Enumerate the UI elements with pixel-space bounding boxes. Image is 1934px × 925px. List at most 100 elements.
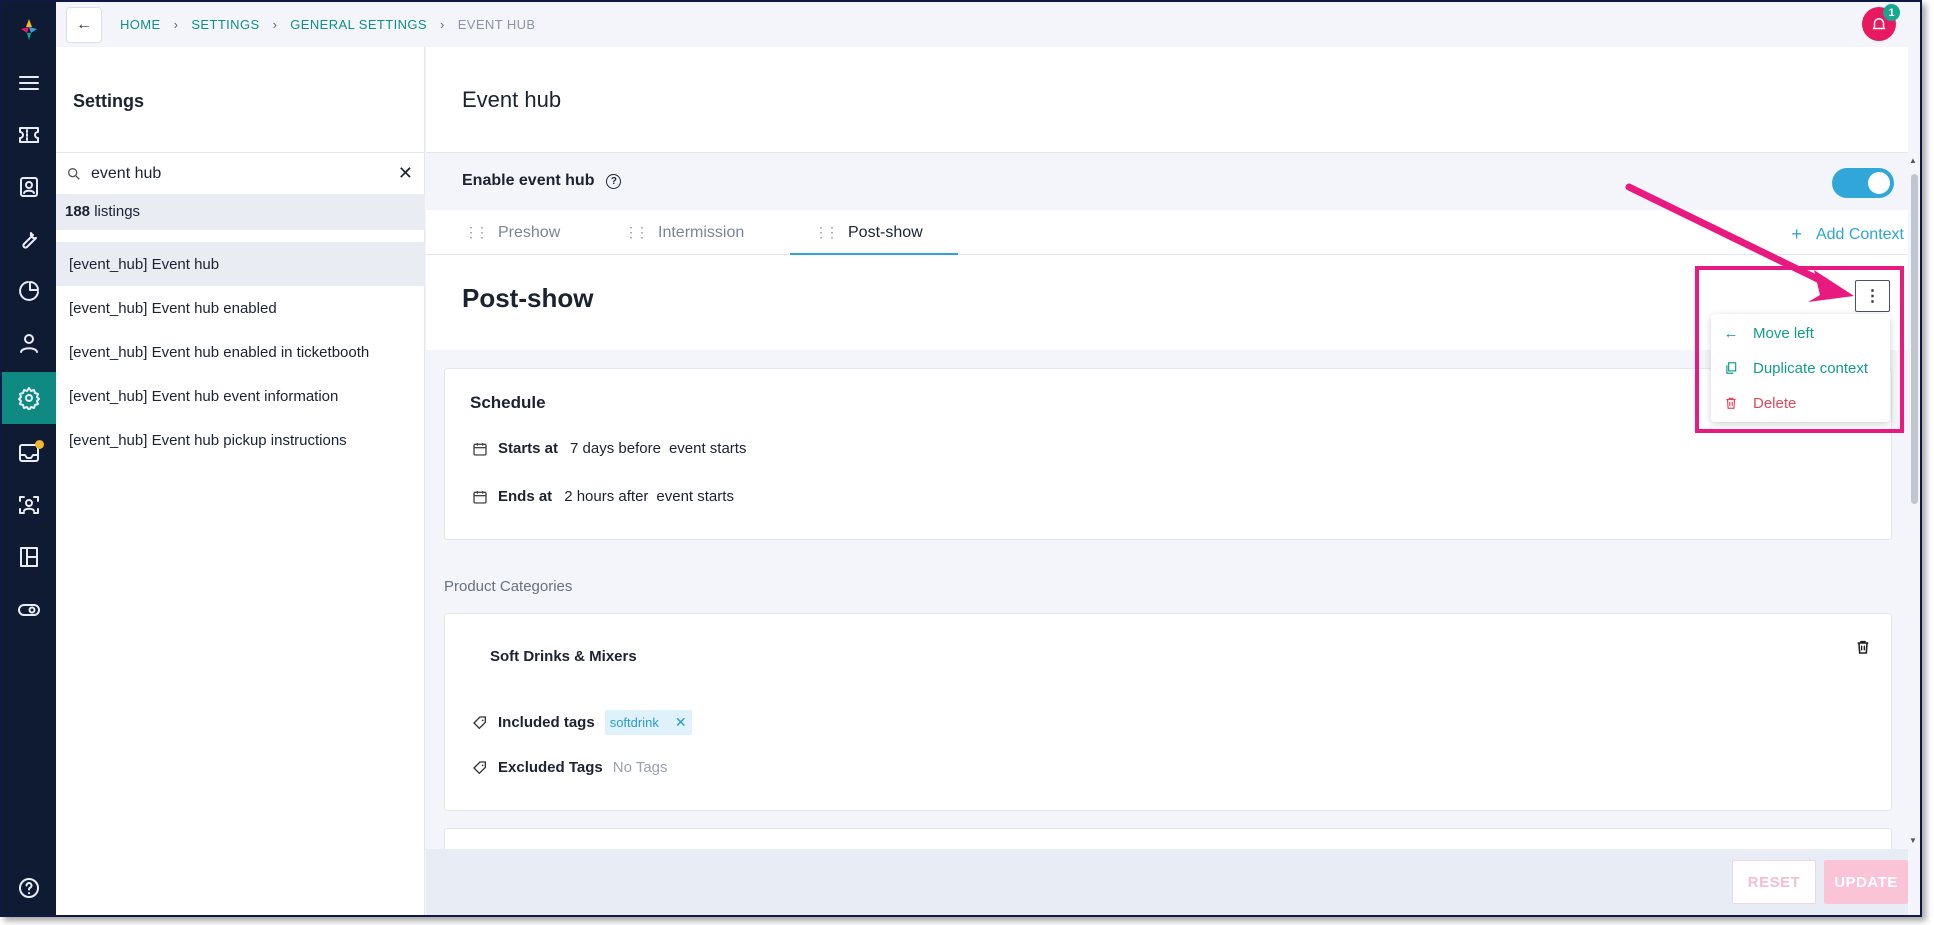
clear-search-icon[interactable]: ✕ [398,163,413,184]
ends-value: 2 hours after [564,488,649,505]
toggle-icon[interactable] [2,584,56,636]
context-header: Post-show [426,255,1908,350]
ticket-icon[interactable] [2,109,56,161]
chevron-right-icon: › [439,17,445,32]
listing-item[interactable]: [event_hub] Event hub [56,242,425,286]
schedule-start-row[interactable]: Starts at 7 days before event starts [472,440,746,457]
scroll-thumb[interactable] [1911,174,1918,504]
user-icon[interactable] [2,317,56,369]
listing-item[interactable]: [event_hub] Event hub enabled [56,286,425,330]
excluded-tags-value: No Tags [612,759,668,776]
update-button[interactable]: UPDATE [1824,860,1908,904]
search-input[interactable]: event hub [91,165,161,183]
excluded-tags-row: Excluded Tags No Tags [472,759,668,776]
main-header: Event hub [426,47,1908,153]
arrow-left-icon: ← [76,16,92,33]
tag-icon [473,760,486,774]
tab-post-show[interactable]: ⋮⋮ Post-show [790,210,958,256]
schedule-end-row[interactable]: Ends at 2 hours after event starts [472,488,734,505]
trash-icon[interactable] [1855,639,1871,655]
enable-label: Enable event hub [462,172,595,189]
highlight-box [1695,266,1904,433]
included-tags-label: Included tags [498,714,595,731]
drag-handle-icon[interactable]: ⋮⋮ [814,224,839,241]
settings-title: Settings [73,91,145,111]
help-icon[interactable] [2,862,56,914]
context-title: Post-show [462,283,594,313]
nav-rail [2,2,56,915]
plus-icon: + [1791,224,1802,244]
ends-reference: event starts [656,488,734,505]
context-tabs: ⋮⋮ Preshow ⋮⋮ Intermission ⋮⋮ Post-show … [426,210,1908,256]
tab-label: Post-show [848,223,923,241]
back-button[interactable]: ← [66,7,102,43]
wrench-icon[interactable] [2,213,56,265]
tab-preshow[interactable]: ⋮⋮ Preshow [464,210,560,255]
breadcrumb-settings[interactable]: SETTINGS [191,17,259,32]
main-content: Event hub Enable event hub ? ⋮⋮ Preshow … [426,47,1908,915]
scroll-down-icon[interactable]: ▼ [1909,836,1917,845]
tag-chip[interactable]: softdrink ✕ [604,710,692,735]
drag-handle-icon[interactable]: ⋮⋮ [464,224,489,241]
tab-label: Intermission [658,223,745,241]
app-window: ← HOME › SETTINGS › GENERAL SETTINGS › E… [0,0,1922,917]
action-footer: RESET UPDATE [426,849,1908,915]
tag-chip-label: softdrink [609,715,659,730]
settings-icon[interactable] [2,372,56,424]
help-circle-icon[interactable]: ? [606,173,622,189]
listing-count-number: 188 [65,203,91,220]
category-name: Soft Drinks & Mixers [490,648,637,665]
starts-reference: event starts [668,440,747,457]
enable-toggle[interactable] [1832,168,1894,198]
board-icon[interactable] [2,531,56,583]
pie-chart-icon[interactable] [2,265,56,317]
breadcrumb-current: EVENT HUB [457,17,536,32]
add-context-label: Add Context [1815,225,1904,243]
listing-item[interactable]: [event_hub] Event hub event information [56,374,425,418]
add-context-button[interactable]: + Add Context [1791,224,1904,245]
tag-icon [473,715,486,729]
settings-panel: Settings event hub ✕ 188 listings [event… [56,47,425,915]
reset-button[interactable]: RESET [1732,860,1816,904]
top-bar: ← HOME › SETTINGS › GENERAL SETTINGS › E… [56,2,1920,47]
chevron-right-icon: › [173,17,179,32]
vertical-scrollbar[interactable]: ▲ ▼ [1908,152,1920,915]
starts-value: 7 days before [570,440,661,457]
breadcrumb-general-settings[interactable]: GENERAL SETTINGS [290,17,427,32]
tab-label: Preshow [498,223,561,241]
logo-icon[interactable] [2,4,56,54]
notifications-button[interactable]: 1 [1862,4,1900,41]
remove-tag-icon[interactable]: ✕ [675,714,687,731]
listing-item[interactable]: [event_hub] Event hub pickup instruction… [56,418,425,462]
calendar-icon [473,442,487,456]
enable-row: Enable event hub ? [462,172,622,190]
schedule-heading: Schedule [470,393,546,412]
calendar-icon [473,490,487,504]
contact-card-icon[interactable] [2,161,56,213]
drag-handle-icon[interactable]: ⋮⋮ [624,224,649,241]
breadcrumb-home[interactable]: HOME [120,17,161,32]
inbox-icon[interactable] [2,427,56,479]
listing-count: 188 listings [56,194,425,230]
chevron-right-icon: › [272,17,278,32]
inbox-badge [35,440,44,449]
page-title: Event hub [462,87,562,112]
ends-label: Ends at [498,488,553,505]
notification-count: 1 [1883,4,1900,21]
search-icon [68,168,80,180]
tab-intermission[interactable]: ⋮⋮ Intermission [624,210,744,255]
scan-user-icon[interactable] [2,479,56,531]
excluded-tags-label: Excluded Tags [498,759,603,776]
listing-count-label: listings [90,203,141,220]
product-categories-label: Product Categories [444,578,573,595]
starts-label: Starts at [498,440,559,457]
category-card: Soft Drinks & Mixers Included tags softd… [444,613,1892,811]
menu-icon[interactable] [2,57,56,109]
schedule-card: Schedule Starts at 7 days before event s… [444,368,1892,540]
scroll-up-icon[interactable]: ▲ [1909,156,1917,165]
listing-item[interactable]: [event_hub] Event hub enabled in ticketb… [56,330,425,374]
toggle-knob [1868,172,1890,194]
settings-search[interactable]: event hub ✕ [56,152,425,194]
included-tags-row: Included tags softdrink ✕ [472,710,692,735]
breadcrumb: HOME › SETTINGS › GENERAL SETTINGS › EVE… [120,17,535,32]
